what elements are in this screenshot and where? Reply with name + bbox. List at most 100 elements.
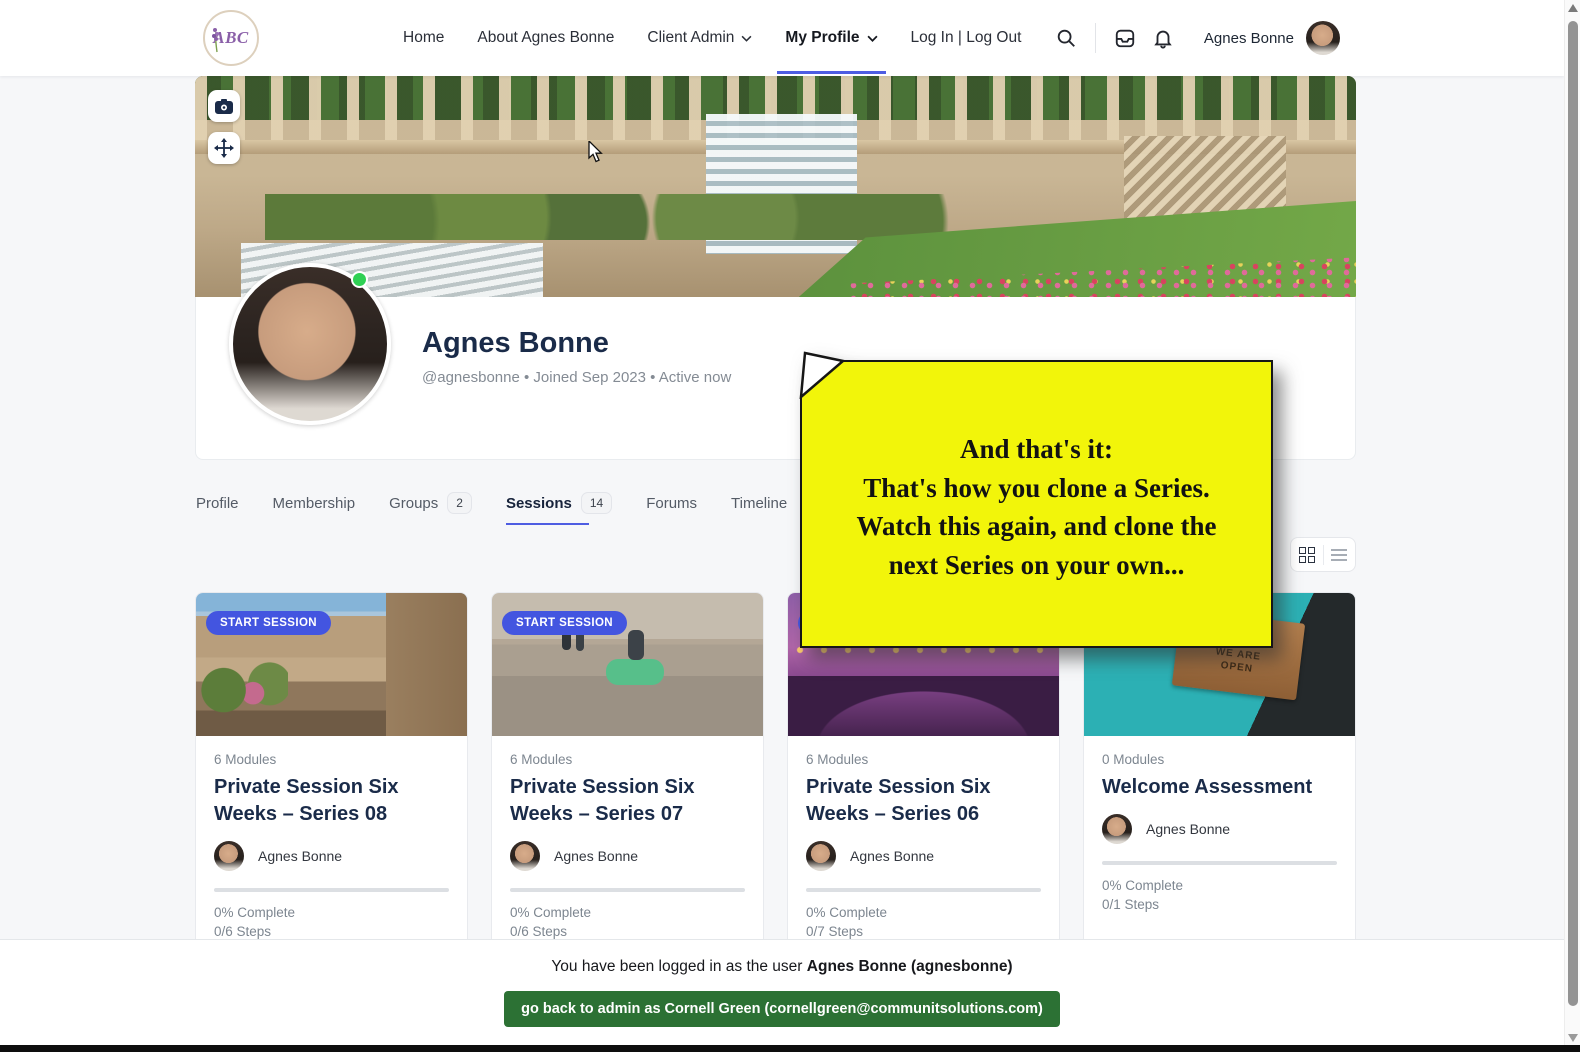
site-logo[interactable]: ABC — [203, 10, 259, 66]
profile-name: Agnes Bonne — [422, 327, 609, 360]
tab-label: Membership — [273, 495, 356, 512]
grid-view-button[interactable] — [1291, 538, 1323, 571]
start-session-badge[interactable]: START SESSION — [206, 611, 331, 635]
chevron-down-icon — [741, 35, 752, 42]
session-title[interactable]: Private Session Six Weeks – Series 07 — [510, 774, 745, 828]
percent-complete: 0% Complete — [214, 905, 449, 920]
session-card[interactable]: START SESSION 6 Modules Private Session … — [491, 592, 764, 964]
author-name: Agnes Bonne — [258, 848, 342, 864]
modules-count: 6 Modules — [214, 752, 449, 767]
session-title[interactable]: Welcome Assessment — [1102, 774, 1337, 801]
tab-label: Forums — [646, 495, 697, 512]
card-body: 6 Modules Private Session Six Weeks – Se… — [788, 736, 1059, 939]
session-title[interactable]: Private Session Six Weeks – Series 08 — [214, 774, 449, 828]
nav-item-label: Log In | Log Out — [911, 29, 1022, 47]
list-view-button[interactable] — [1324, 538, 1356, 571]
scroll-down-arrow[interactable] — [1568, 1034, 1578, 1042]
session-card-image: START SESSION — [196, 593, 467, 736]
steps-count: 0/6 Steps — [214, 924, 449, 939]
session-title[interactable]: Private Session Six Weeks – Series 06 — [806, 774, 1041, 828]
tab-sessions[interactable]: Sessions 14 — [506, 486, 612, 520]
camera-icon — [215, 98, 233, 114]
bell-icon[interactable] — [1152, 27, 1174, 49]
nav-item-home[interactable]: Home — [403, 0, 444, 76]
tab-label: Groups — [389, 495, 438, 512]
avatar[interactable] — [1306, 21, 1340, 55]
grid-icon — [1299, 547, 1315, 563]
author-row: Agnes Bonne — [806, 841, 1041, 871]
image-detail — [196, 656, 288, 718]
profile-meta: @agnesbonne • Joined Sep 2023 • Active n… — [422, 369, 731, 386]
steps-count: 0/6 Steps — [510, 924, 745, 939]
modules-count: 0 Modules — [1102, 752, 1337, 767]
nav-menu: Home About Agnes Bonne Client Admin My P… — [403, 0, 1021, 76]
sticky-note-text: And that's it: That's how you clone a Se… — [802, 430, 1271, 584]
tab-groups[interactable]: Groups 2 — [389, 486, 472, 520]
reposition-cover-button[interactable] — [208, 132, 240, 164]
steps-count: 0/7 Steps — [806, 924, 1041, 939]
nav-item-label: Client Admin — [647, 29, 734, 47]
nav-item-login-logout[interactable]: Log In | Log Out — [911, 0, 1022, 76]
scroll-up-arrow[interactable] — [1568, 4, 1578, 12]
percent-complete: 0% Complete — [806, 905, 1041, 920]
progress-bar — [806, 888, 1041, 892]
search-icon[interactable] — [1055, 27, 1077, 49]
nav-right-cluster: Agnes Bonne — [1055, 0, 1340, 76]
tab-membership[interactable]: Membership — [273, 486, 356, 520]
avatar — [214, 841, 244, 871]
sticky-note-body: And that's it: That's how you clone a Se… — [800, 360, 1273, 648]
session-card[interactable]: START SESSION 6 Modules Private Session … — [195, 592, 468, 964]
author-name: Agnes Bonne — [1146, 821, 1230, 837]
percent-complete: 0% Complete — [510, 905, 745, 920]
author-name: Agnes Bonne — [554, 848, 638, 864]
image-detail — [386, 593, 467, 736]
progress-bar — [510, 888, 745, 892]
scrollbar-thumb[interactable] — [1568, 21, 1578, 1006]
image-detail — [606, 659, 664, 685]
move-icon — [214, 138, 234, 158]
nav-item-client-admin[interactable]: Client Admin — [647, 0, 752, 76]
author-row: Agnes Bonne — [510, 841, 745, 871]
top-navbar: ABC Home About Agnes Bonne Client Admin … — [0, 0, 1564, 76]
cover-shrubs — [265, 194, 1008, 240]
admin-impersonation-band: You have been logged in as the user Agne… — [0, 939, 1564, 1052]
nav-item-label: Home — [403, 29, 444, 47]
nav-user-name[interactable]: Agnes Bonne — [1204, 30, 1294, 47]
start-session-badge[interactable]: START SESSION — [502, 611, 627, 635]
card-body: 6 Modules Private Session Six Weeks – Se… — [492, 736, 763, 939]
message-user: Agnes Bonne (agnesbonne) — [807, 958, 1013, 975]
back-to-admin-button[interactable]: go back to admin as Cornell Green (corne… — [504, 991, 1060, 1027]
image-detail — [628, 630, 644, 660]
avatar — [1102, 814, 1132, 844]
profile-avatar[interactable] — [229, 263, 391, 425]
tab-label: Profile — [196, 495, 239, 512]
list-icon — [1331, 549, 1347, 561]
card-body: 6 Modules Private Session Six Weeks – Se… — [196, 736, 467, 939]
author-row: Agnes Bonne — [1102, 814, 1337, 844]
logged-in-message: You have been logged in as the user Agne… — [0, 958, 1564, 976]
percent-complete: 0% Complete — [1102, 878, 1337, 893]
sticky-note: And that's it: That's how you clone a Se… — [800, 360, 1273, 648]
folded-corner — [797, 351, 847, 399]
cover-photo — [195, 76, 1356, 297]
inbox-icon[interactable] — [1114, 27, 1136, 49]
change-cover-button[interactable] — [208, 90, 240, 122]
nav-item-label: My Profile — [785, 29, 859, 47]
session-card-image: START SESSION — [492, 593, 763, 736]
nav-item-about[interactable]: About Agnes Bonne — [477, 0, 614, 76]
profile-tabs: Profile Membership Groups 2 Sessions 14 … — [196, 486, 905, 520]
progress-bar — [214, 888, 449, 892]
tab-count-badge: 14 — [581, 492, 612, 514]
scrollbar[interactable] — [1564, 0, 1580, 1052]
author-row: Agnes Bonne — [214, 841, 449, 871]
modules-count: 6 Modules — [806, 752, 1041, 767]
tab-profile[interactable]: Profile — [196, 486, 239, 520]
tab-forums[interactable]: Forums — [646, 486, 697, 520]
nav-item-label: About Agnes Bonne — [477, 29, 614, 47]
card-body: 0 Modules Welcome Assessment Agnes Bonne… — [1084, 736, 1355, 912]
view-toggle — [1290, 537, 1356, 572]
tab-label: Sessions — [506, 495, 572, 512]
tab-label: Timeline — [731, 495, 787, 512]
tab-timeline[interactable]: Timeline — [731, 486, 787, 520]
nav-item-my-profile[interactable]: My Profile — [785, 0, 877, 76]
